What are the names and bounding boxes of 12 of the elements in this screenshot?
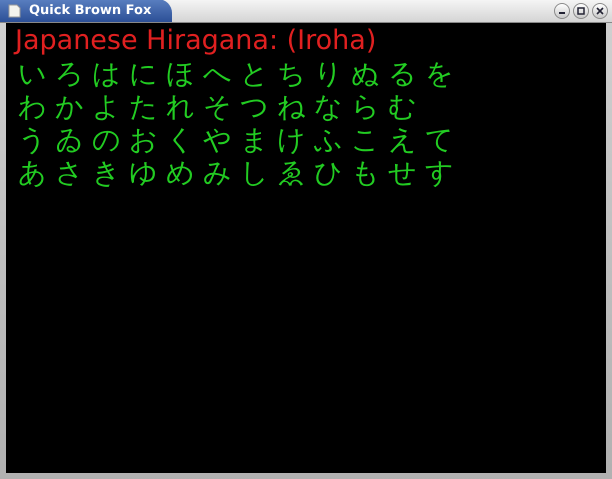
close-icon [596, 7, 604, 15]
maximize-icon [577, 7, 585, 15]
close-button[interactable] [592, 3, 608, 19]
hiragana-line: うゐのおくやまけふこえて [18, 123, 462, 156]
hiragana-line: いろはにほへとちりぬるを [18, 57, 462, 90]
minimize-button[interactable] [554, 3, 570, 19]
hiragana-line: わかよたれそつねならむ [18, 90, 425, 123]
document-icon [8, 4, 21, 18]
heading: Japanese Hiragana: (Iroha) [15, 25, 376, 57]
hiragana-line: あさきゆめみしゑひもせす [18, 156, 462, 189]
window-title: Quick Brown Fox [29, 4, 152, 17]
maximize-button[interactable] [573, 3, 589, 19]
